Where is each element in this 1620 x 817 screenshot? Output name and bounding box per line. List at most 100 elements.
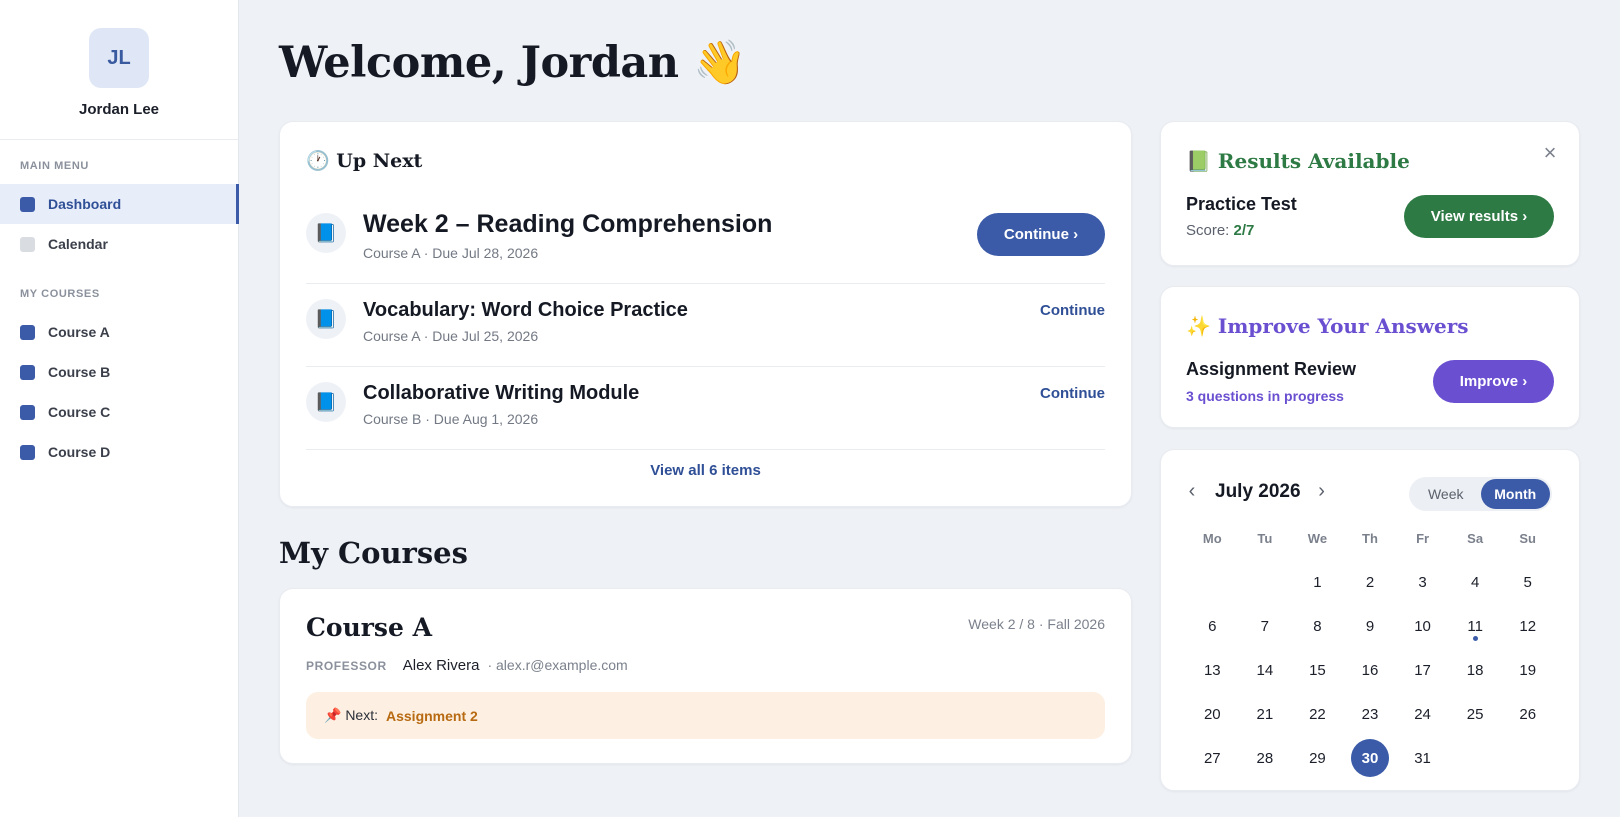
score-value: 2/7	[1233, 222, 1255, 239]
list-item: 📘 Collaborative Writing Module Course B …	[306, 367, 1105, 450]
item-title[interactable]: Week 2 – Reading Comprehension	[363, 210, 977, 239]
calendar-day-number: 25	[1466, 705, 1484, 723]
calendar-day[interactable]: 9	[1344, 604, 1397, 648]
continue-link[interactable]: Continue	[1040, 302, 1105, 319]
dashboard-icon	[20, 196, 35, 212]
calendar-day[interactable]: 11	[1449, 604, 1502, 648]
sidebar-item-course-b[interactable]: Course B	[0, 352, 238, 392]
calendar-day[interactable]: 17	[1396, 648, 1449, 692]
calendar-day[interactable]: 4	[1449, 560, 1502, 604]
book-icon: 📘	[306, 213, 346, 253]
next-assignment-link[interactable]: Assignment 2	[386, 708, 478, 724]
calendar-day[interactable]: 7	[1239, 604, 1292, 648]
calendar-day[interactable]: 21	[1239, 692, 1292, 736]
course-icon	[20, 324, 35, 340]
chevron-left-icon[interactable]: ‹	[1183, 480, 1201, 503]
sidebar-item-calendar[interactable]: Calendar	[0, 224, 238, 264]
calendar-day-number: 12	[1519, 617, 1537, 635]
chevron-right-icon[interactable]: ›	[1313, 480, 1331, 503]
week-view-button[interactable]: Week	[1411, 479, 1481, 509]
sidebar-item-course-a[interactable]: Course A	[0, 312, 238, 352]
calendar-day[interactable]: 26	[1501, 692, 1554, 736]
view-results-button[interactable]: View results ›	[1404, 195, 1554, 238]
sidebar-item-label: Course B	[48, 364, 111, 380]
sidebar-item-course-c[interactable]: Course C	[0, 392, 238, 432]
calendar-day[interactable]: 8	[1291, 604, 1344, 648]
view-all-link[interactable]: View all 6 items	[280, 462, 1131, 479]
month-view-button[interactable]: Month	[1480, 479, 1550, 509]
professor-name: Alex Rivera	[402, 657, 480, 674]
item-title[interactable]: Collaborative Writing Module	[363, 382, 1040, 405]
calendar-day[interactable]: 18	[1449, 648, 1502, 692]
calendar-day[interactable]: 2	[1344, 560, 1397, 604]
score-label: Score:	[1186, 222, 1230, 239]
calendar-day-number: 26	[1519, 705, 1537, 723]
view-toggle: Week Month	[1409, 477, 1552, 511]
improve-button[interactable]: Improve ›	[1433, 360, 1554, 403]
calendar-day[interactable]: 24	[1396, 692, 1449, 736]
calendar-day[interactable]: 23	[1344, 692, 1397, 736]
calendar-day-number: 15	[1309, 661, 1326, 679]
calendar-day[interactable]: 30	[1344, 736, 1397, 780]
calendar-day[interactable]: 3	[1396, 560, 1449, 604]
item-meta: Course A · Due Jul 28, 2026	[363, 245, 539, 261]
weekday-label: Sa	[1467, 531, 1484, 546]
course-icon	[20, 444, 35, 460]
avatar[interactable]: JL	[89, 28, 149, 88]
professor-email[interactable]: · alex.r@example.com	[487, 657, 627, 673]
calendar-day[interactable]: 20	[1186, 692, 1239, 736]
calendar-day-number: 13	[1203, 661, 1221, 679]
calendar-day-number: 17	[1414, 661, 1431, 679]
calendar-day[interactable]: 28	[1239, 736, 1292, 780]
next-label: 📌 Next:	[324, 707, 378, 723]
profile-name: Jordan Lee	[78, 101, 160, 118]
calendar-day[interactable]: 31	[1396, 736, 1449, 780]
score-row: Score: 2/7	[1186, 222, 1254, 239]
sidebar-item-course-d[interactable]: Course D	[0, 432, 238, 472]
calendar-day[interactable]: 22	[1291, 692, 1344, 736]
calendar-day[interactable]: 29	[1291, 736, 1344, 780]
my-courses-heading: My Courses	[279, 536, 468, 570]
calendar-day-number: 16	[1361, 661, 1379, 679]
sidebar: JL Jordan Lee MAIN MENU Dashboard Calend…	[0, 0, 239, 817]
calendar-day-number: 14	[1256, 661, 1274, 679]
calendar-day[interactable]: 16	[1344, 648, 1397, 692]
course-title[interactable]: Course A	[306, 613, 432, 642]
calendar-day[interactable]: 14	[1239, 648, 1292, 692]
book-icon: 📘	[306, 299, 346, 339]
professor-label: PROFESSOR	[306, 659, 387, 673]
calendar-day-number: 10	[1414, 617, 1431, 635]
calendar-day[interactable]: 5	[1501, 560, 1554, 604]
calendar-day[interactable]: 13	[1186, 648, 1239, 692]
calendar-days: 1 2 3 4 5 6 7 8 9 10 11 12 13 14 15 16 17 18 19 20 21 22 23 24 2…	[1186, 560, 1554, 780]
calendar-day[interactable]: 19	[1501, 648, 1554, 692]
calendar-day[interactable]: 27	[1186, 736, 1239, 780]
calendar-day[interactable]: 12	[1501, 604, 1554, 648]
continue-link[interactable]: Continue	[1040, 385, 1105, 402]
weekday-label: We	[1307, 531, 1328, 546]
calendar-day[interactable]: 6	[1186, 604, 1239, 648]
calendar-day-number: 2	[1365, 573, 1375, 591]
calendar-day-number: 7	[1260, 617, 1270, 635]
calendar-day-number: 9	[1365, 617, 1375, 635]
results-item: Practice Test	[1186, 194, 1297, 214]
up-next-title: 🕐 Up Next	[306, 150, 423, 172]
sidebar-item-dashboard[interactable]: Dashboard	[0, 184, 239, 224]
calendar-day[interactable]: 1	[1291, 560, 1344, 604]
item-meta: Course B · Due Aug 1, 2026	[363, 411, 539, 427]
improve-item: Assignment Review	[1186, 359, 1357, 379]
calendar-empty-cell	[1186, 560, 1239, 604]
calendar-day[interactable]: 15	[1291, 648, 1344, 692]
weekday-label: Su	[1519, 531, 1537, 546]
calendar-day-number: 6	[1208, 617, 1217, 635]
calendar-day[interactable]: 10	[1396, 604, 1449, 648]
calendar-day[interactable]: 25	[1449, 692, 1502, 736]
item-title[interactable]: Vocabulary: Word Choice Practice	[363, 299, 1040, 322]
course-card[interactable]: Course A Week 2 / 8 · Fall 2026 PROFESSO…	[279, 588, 1132, 764]
close-icon[interactable]: ×	[1539, 142, 1561, 164]
book-icon: 📘	[306, 382, 346, 422]
improve-sub: 3 questions in progress	[1186, 388, 1344, 404]
continue-button[interactable]: Continue ›	[977, 213, 1105, 256]
calendar-day-number: 27	[1203, 749, 1221, 767]
item-meta: Course A · Due Jul 25, 2026	[363, 328, 539, 344]
